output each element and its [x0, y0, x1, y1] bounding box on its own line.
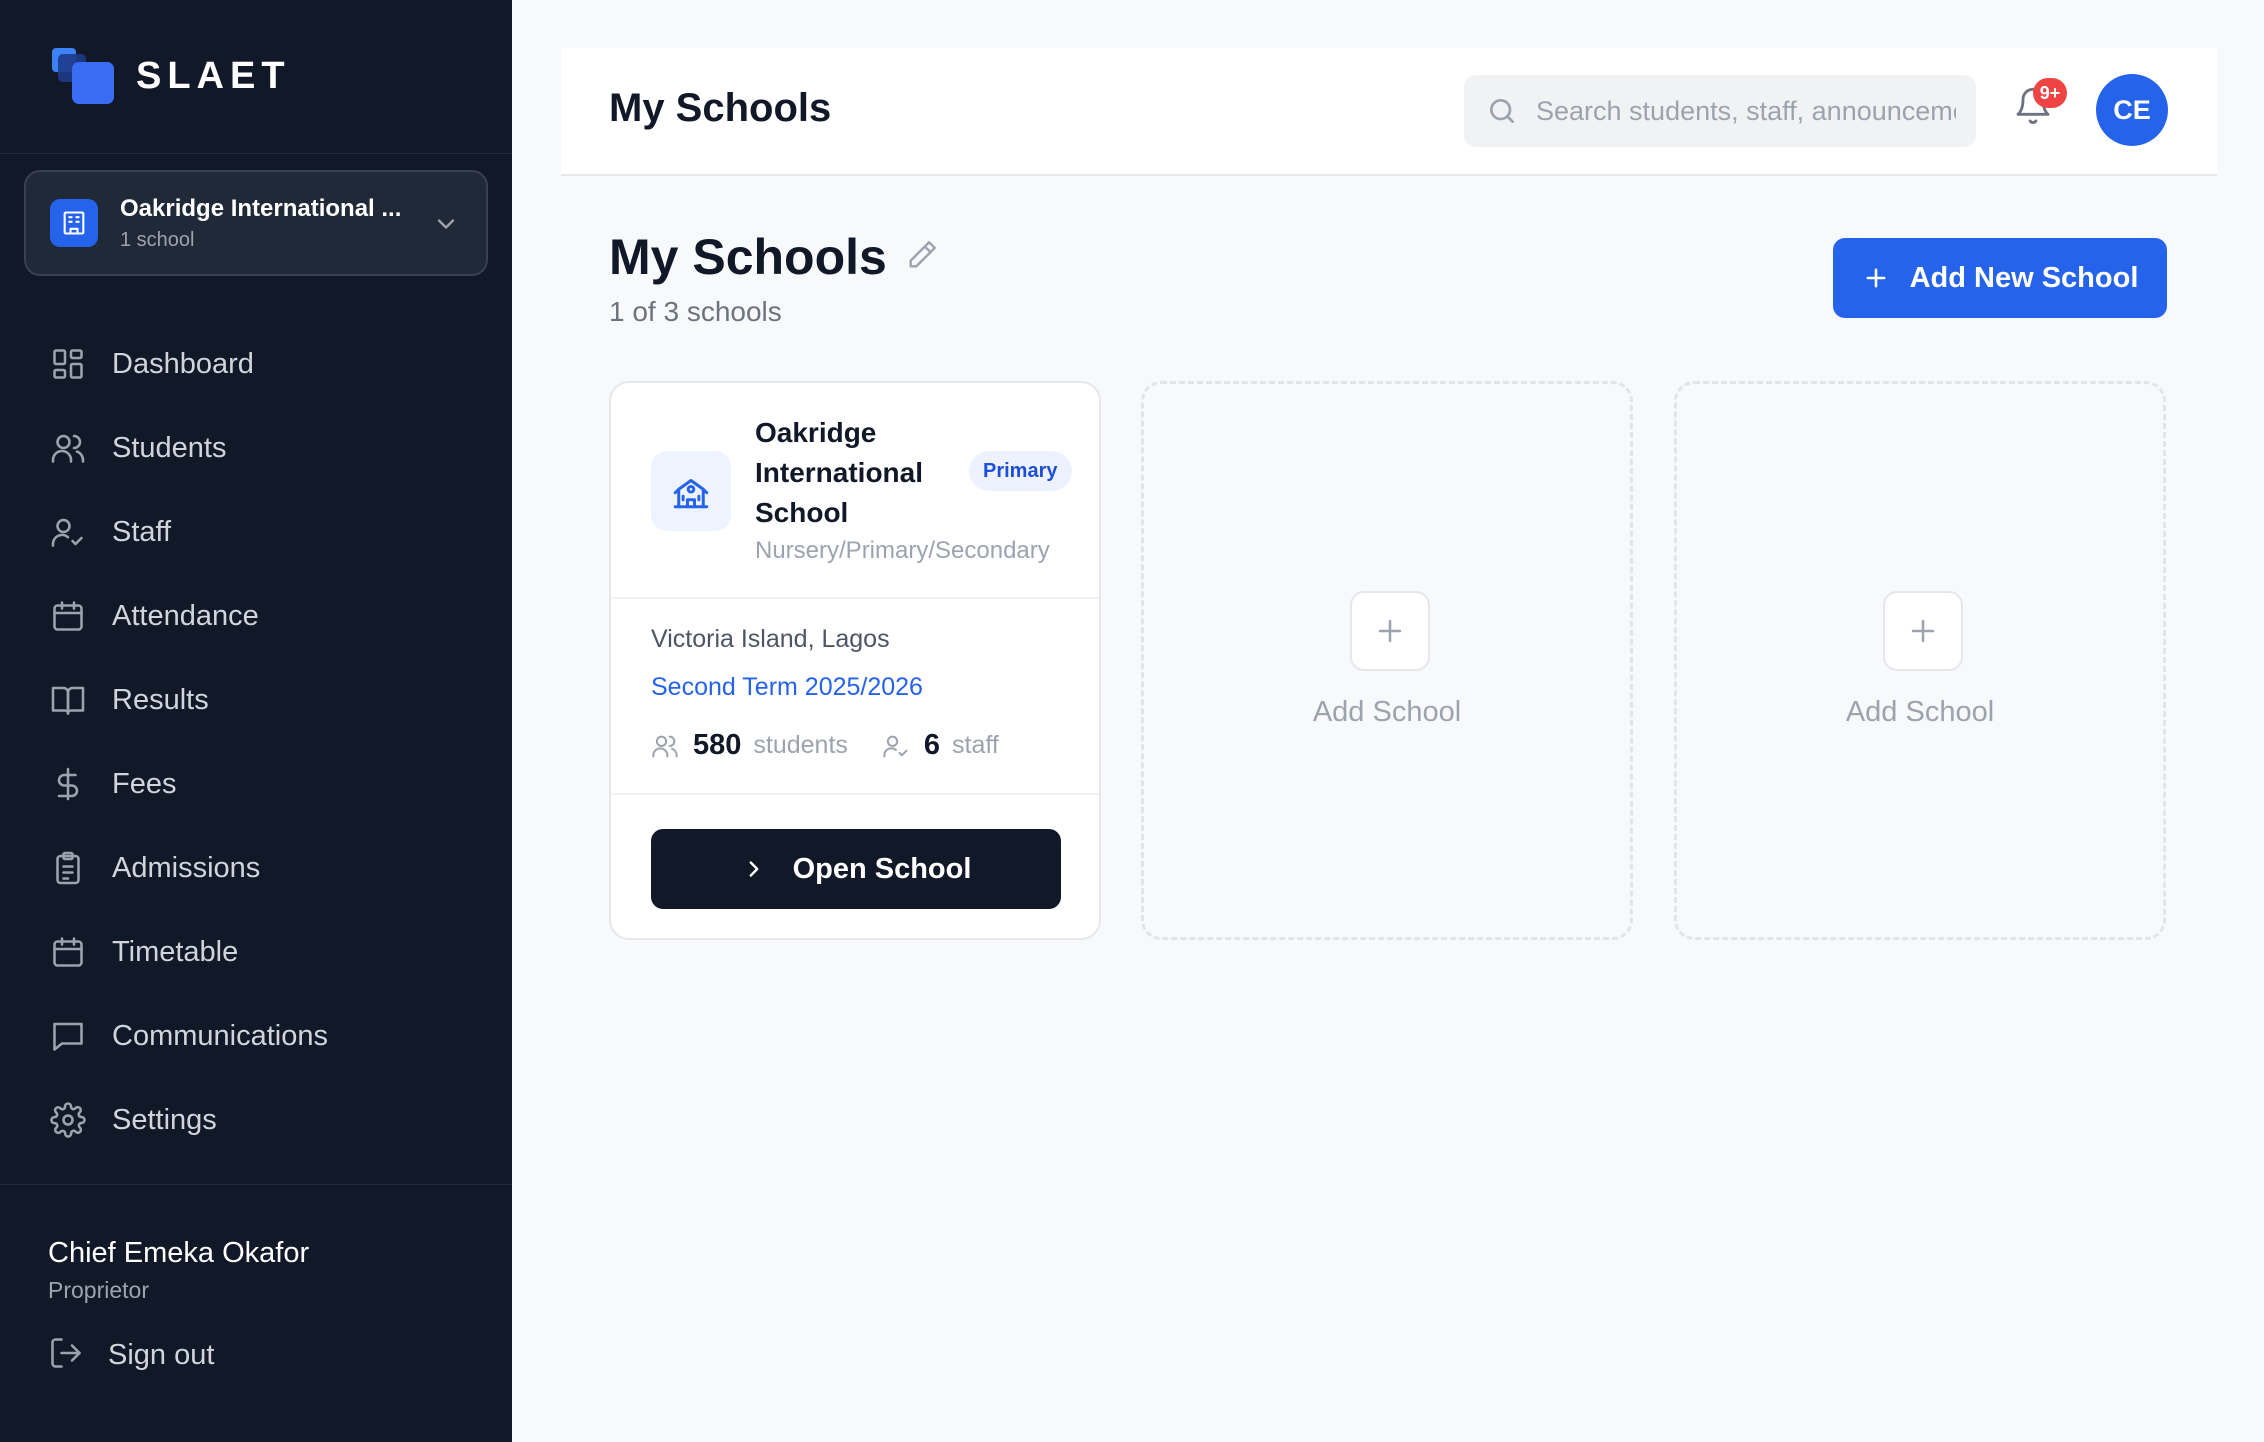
- sidebar-item-dashboard[interactable]: Dashboard: [0, 322, 512, 406]
- sidebar-item-label: Results: [112, 683, 209, 716]
- staff-icon: [882, 732, 910, 760]
- staff-label: staff: [952, 731, 999, 759]
- sidebar: SLAET Oakridge International ... 1 schoo…: [0, 0, 512, 1442]
- sidebar-item-attendance[interactable]: Attendance: [0, 574, 512, 658]
- school-card-header: Oakridge International School Primary Nu…: [611, 383, 1099, 599]
- brand-logo: [52, 47, 116, 106]
- school-name: Oakridge International School: [755, 417, 924, 528]
- sidebar-item-label: Timetable: [112, 935, 239, 968]
- switcher-school-count: 1 school: [120, 228, 195, 251]
- brand-name: SLAET: [136, 55, 291, 97]
- school-levels: Nursery/Primary/Secondary: [755, 537, 1050, 564]
- search-box[interactable]: [1464, 75, 1976, 147]
- status-badge: Primary: [969, 451, 1072, 491]
- clipboard-icon: [48, 848, 88, 888]
- students-label: students: [753, 731, 848, 759]
- book-icon: [48, 680, 88, 720]
- school-card: Oakridge International School Primary Nu…: [609, 381, 1101, 940]
- open-school-label: Open School: [792, 852, 972, 885]
- sidebar-item-label: Staff: [112, 515, 172, 548]
- sidebar-item-fees[interactable]: Fees: [0, 742, 512, 826]
- sidebar-item-label: Dashboard: [112, 347, 254, 380]
- top-bar: My Schools 9+ CE: [561, 48, 2217, 176]
- staff-icon: [48, 512, 88, 552]
- sidebar-item-settings[interactable]: Settings: [0, 1078, 512, 1162]
- sidebar-item-label: Fees: [112, 767, 177, 800]
- school-switcher[interactable]: Oakridge International ... 1 school: [24, 170, 488, 276]
- sidebar-item-label: Attendance: [112, 599, 259, 632]
- user-name: Chief Emeka Okafor: [48, 1237, 310, 1269]
- calendar-icon: [48, 932, 88, 972]
- staff-stat: 6 staff: [882, 729, 999, 762]
- sidebar-item-staff[interactable]: Staff: [0, 490, 512, 574]
- search-icon: [1486, 95, 1518, 127]
- schools-count: 1 of 3 schools: [609, 296, 782, 327]
- add-school-placeholder[interactable]: Add School: [1141, 381, 1633, 940]
- school-card-footer: Open School: [611, 793, 1099, 938]
- students-stat: 580 students: [651, 729, 848, 762]
- students-icon: [48, 428, 88, 468]
- sign-out-button[interactable]: Sign out: [48, 1331, 214, 1379]
- chevron-right-icon: [741, 856, 767, 882]
- school-location: Victoria Island, Lagos: [651, 625, 890, 653]
- calendar-icon: [48, 596, 88, 636]
- sidebar-item-results[interactable]: Results: [0, 658, 512, 742]
- add-school-label: Add School: [1312, 696, 1462, 728]
- add-school-placeholder[interactable]: Add School: [1674, 381, 2166, 940]
- brand[interactable]: SLAET: [0, 0, 512, 154]
- add-new-school-label: Add New School: [1909, 261, 2139, 294]
- message-icon: [48, 1016, 88, 1056]
- sidebar-item-students[interactable]: Students: [0, 406, 512, 490]
- sidebar-item-label: Settings: [112, 1103, 217, 1136]
- plus-icon: [1350, 591, 1430, 671]
- dollar-icon: [48, 764, 88, 804]
- plus-icon: [1862, 264, 1890, 292]
- notification-badge: 9+: [2033, 78, 2067, 108]
- gear-icon: [48, 1100, 88, 1140]
- pencil-icon[interactable]: [905, 238, 941, 274]
- open-school-button[interactable]: Open School: [651, 829, 1061, 909]
- avatar[interactable]: CE: [2096, 74, 2168, 146]
- sidebar-footer: Chief Emeka Okafor Proprietor Sign out: [0, 1184, 512, 1442]
- school-term: Second Term 2025/2026: [651, 673, 923, 701]
- chevron-down-icon: [432, 210, 460, 243]
- students-icon: [651, 732, 679, 760]
- sign-out-icon: [48, 1335, 84, 1376]
- sidebar-item-admissions[interactable]: Admissions: [0, 826, 512, 910]
- add-school-label: Add School: [1845, 696, 1995, 728]
- sidebar-item-communications[interactable]: Communications: [0, 994, 512, 1078]
- building-icon: [50, 199, 98, 247]
- page-title: My Schools: [609, 229, 887, 285]
- user-role: Proprietor: [48, 1277, 149, 1303]
- staff-count: 6: [923, 729, 941, 761]
- sidebar-item-label: Communications: [112, 1019, 328, 1052]
- sidebar-item-timetable[interactable]: Timetable: [0, 910, 512, 994]
- notifications-button[interactable]: 9+: [2013, 78, 2067, 134]
- dashboard-icon: [48, 344, 88, 384]
- sidebar-nav: Dashboard Students Staff Attendance Resu…: [0, 322, 512, 1162]
- sidebar-item-label: Admissions: [112, 851, 261, 884]
- sign-out-label: Sign out: [108, 1338, 215, 1371]
- switcher-school-name: Oakridge International ...: [120, 194, 402, 222]
- search-input[interactable]: [1536, 95, 1956, 127]
- plus-icon: [1883, 591, 1963, 671]
- top-bar-title: My Schools: [609, 86, 832, 130]
- sidebar-item-label: Students: [112, 431, 227, 464]
- students-count: 580: [693, 729, 742, 761]
- school-icon: [651, 451, 731, 531]
- school-stats: 580 students 6 staff: [651, 729, 1033, 762]
- add-new-school-button[interactable]: Add New School: [1833, 238, 2167, 318]
